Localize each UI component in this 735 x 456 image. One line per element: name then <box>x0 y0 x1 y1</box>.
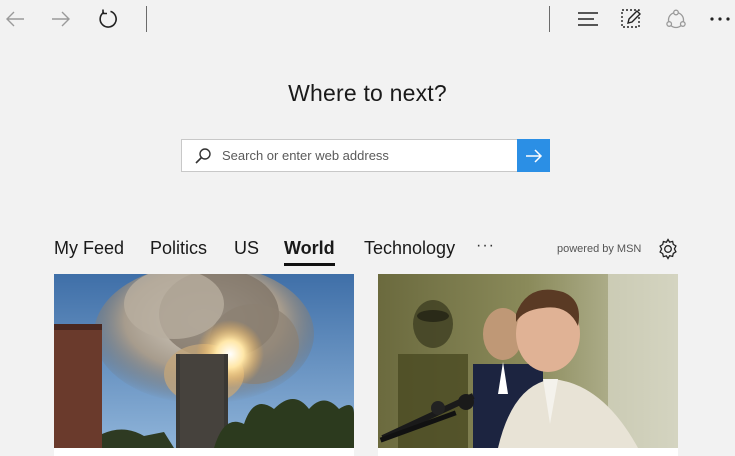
more-icon[interactable] <box>705 4 735 34</box>
forward-arrow-icon[interactable] <box>46 4 76 34</box>
page-heading: Where to next? <box>288 80 447 106</box>
tab-us[interactable]: US <box>234 236 259 266</box>
building-fire-photo <box>54 274 354 456</box>
search-go-button[interactable] <box>517 139 550 172</box>
tab-politics[interactable]: Politics <box>150 236 207 266</box>
arrow-right-icon <box>525 148 542 163</box>
tab-technology[interactable]: Technology <box>364 236 455 266</box>
browser-toolbar <box>0 0 735 38</box>
back-arrow-icon[interactable] <box>0 4 30 34</box>
toolbar-divider <box>146 6 147 32</box>
search-icon <box>194 147 212 165</box>
news-card-image[interactable] <box>378 274 678 456</box>
more-tabs-button[interactable]: ··· <box>476 236 495 256</box>
toolbar-divider <box>549 6 550 32</box>
search-box[interactable] <box>181 139 550 172</box>
share-icon[interactable] <box>661 4 691 34</box>
refresh-icon[interactable] <box>93 4 123 34</box>
search-input[interactable] <box>222 140 512 171</box>
gear-icon[interactable] <box>657 238 679 260</box>
web-note-icon[interactable] <box>616 4 646 34</box>
tab-world[interactable]: World <box>284 236 335 266</box>
hub-icon[interactable] <box>573 4 603 34</box>
press-conference-photo <box>378 274 678 456</box>
news-card-image[interactable] <box>54 274 354 456</box>
tab-my-feed[interactable]: My Feed <box>54 236 124 266</box>
powered-by-label: powered by MSN <box>557 243 642 255</box>
